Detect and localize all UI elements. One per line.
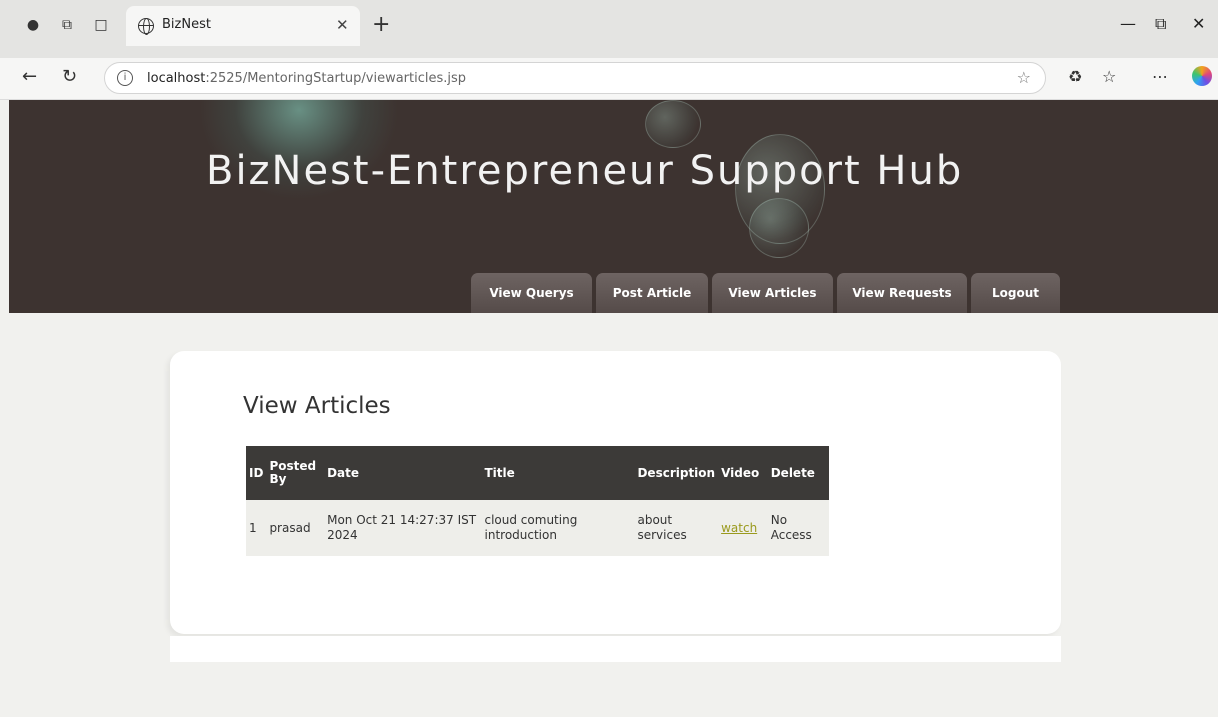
menu-view-articles[interactable]: View Articles <box>712 273 833 313</box>
browser-tab-bar: ● ⧉ □ BizNest ✕ + — ⧉ ✕ <box>0 0 1218 58</box>
cell-id: 1 <box>246 500 267 556</box>
cell-video: watch <box>718 500 768 556</box>
table-header-row: ID Posted By Date Title Description Vide… <box>246 446 829 500</box>
favorite-star-icon[interactable]: ☆ <box>1017 68 1031 87</box>
col-video-header: Video <box>718 446 768 500</box>
restore-icon[interactable]: ⧉ <box>1155 14 1166 34</box>
page-heading: View Articles <box>243 393 391 419</box>
articles-table: ID Posted By Date Title Description Vide… <box>246 446 829 556</box>
cell-description: about services <box>634 500 719 556</box>
col-id-header: ID <box>246 446 267 500</box>
menu-logout[interactable]: Logout <box>971 273 1060 313</box>
main-menu: View Querys Post Article View Articles V… <box>471 273 1060 313</box>
content-card-footer <box>170 636 1061 662</box>
menu-view-requests[interactable]: View Requests <box>837 273 967 313</box>
address-bar-row: ← ↻ i localhost:2525/MentoringStartup/vi… <box>0 58 1218 100</box>
col-posted-by-header: Posted By <box>266 446 325 500</box>
tab-title: BizNest <box>162 17 211 32</box>
close-tab-icon[interactable]: ✕ <box>336 16 349 34</box>
url-path: :2525/MentoringStartup/viewarticles.jsp <box>205 71 467 86</box>
globe-icon <box>138 18 154 35</box>
col-description-header: Description <box>634 446 719 500</box>
favorites-icon[interactable]: ☆ <box>1102 67 1116 86</box>
profile-icon[interactable]: ● <box>22 14 44 36</box>
site-title: BizNest-Entrepreneur Support Hub <box>206 148 964 194</box>
info-icon[interactable]: i <box>117 70 133 86</box>
header-bubble <box>749 198 809 258</box>
browser-tab[interactable]: BizNest ✕ <box>126 6 360 46</box>
workspaces-icon[interactable]: ⧉ <box>56 14 78 36</box>
refresh-icon[interactable]: ↻ <box>62 66 77 87</box>
window-close-icon[interactable]: ✕ <box>1192 14 1205 33</box>
header-bubble <box>645 100 701 148</box>
url-host: localhost <box>147 71 206 86</box>
minimize-icon[interactable]: — <box>1120 14 1136 33</box>
more-icon[interactable]: ⋯ <box>1152 67 1168 86</box>
menu-post-article[interactable]: Post Article <box>596 273 708 313</box>
site-header: BizNest-Entrepreneur Support Hub View Qu… <box>9 100 1218 313</box>
col-title-header: Title <box>481 446 635 500</box>
new-tab-icon[interactable]: + <box>372 12 390 37</box>
tab-actions-icon[interactable]: □ <box>90 14 112 36</box>
copilot-icon[interactable] <box>1192 66 1212 86</box>
cell-posted-by: prasad <box>266 500 325 556</box>
url-text[interactable]: localhost:2525/MentoringStartup/viewarti… <box>147 71 466 86</box>
address-bar[interactable]: i localhost:2525/MentoringStartup/viewar… <box>104 62 1046 94</box>
cell-title: cloud comuting introduction <box>481 500 635 556</box>
cell-date: Mon Oct 21 14:27:37 IST 2024 <box>324 500 482 556</box>
col-delete-header: Delete <box>767 446 829 500</box>
cell-delete: No Access <box>767 500 829 556</box>
menu-view-querys[interactable]: View Querys <box>471 273 592 313</box>
table-row: 1 prasad Mon Oct 21 14:27:37 IST 2024 cl… <box>246 500 829 556</box>
back-icon[interactable]: ← <box>22 66 37 87</box>
watch-video-link[interactable]: watch <box>721 521 757 535</box>
extensions-icon[interactable]: ♻ <box>1068 67 1082 86</box>
col-date-header: Date <box>324 446 482 500</box>
